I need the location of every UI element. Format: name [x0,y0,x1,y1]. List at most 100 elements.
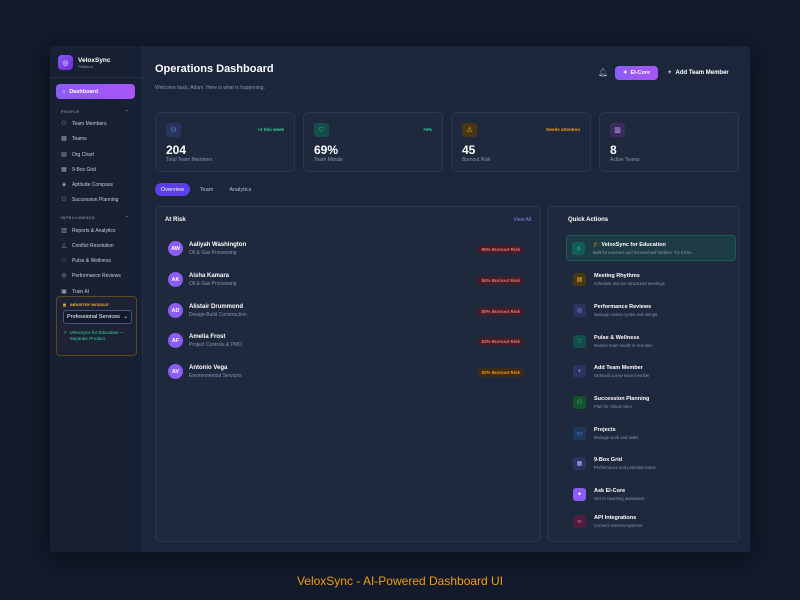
person-department: Design-Build Construction [189,312,247,318]
sidebar-item-succession-planning[interactable]: ⚇ Succession Planning [61,194,118,205]
stat-card-burnout-risk[interactable]: ⚠ Needs attention 45 Burnout Risk [451,112,591,172]
tab-team[interactable]: Team [194,183,219,196]
section-label-intelligence[interactable]: INTELLIGENCE ⌃ [61,215,129,220]
tab-analytics[interactable]: Analytics [223,183,257,196]
tab-bar: Overview Team Analytics [155,183,257,196]
person-department: Oil & Gas Processing [189,250,237,256]
sidebar-item-pulse-wellness[interactable]: ♡ Pulse & Wellness [61,255,111,266]
stat-delta: +5% [422,127,432,132]
person-department: Oil & Gas Processing [189,281,237,287]
succession-icon: ⚇ [61,196,67,203]
sidebar-item-dashboard[interactable]: ⌂ Dashboard [56,84,135,99]
at-risk-panel: At Risk View All AW Aaliyah Washington O… [155,206,541,542]
list-item[interactable]: AW Aaliyah Washington Oil & Gas Processi… [168,237,524,261]
status-badge: 80% Burnout Risk [477,307,524,316]
quick-action-ask-ei-core[interactable]: ✦ Ask EI-Core Get AI coaching assistance [568,482,738,508]
sidebar-item-teams[interactable]: ▦ Teams [61,133,87,144]
stat-card-active-teams[interactable]: ▥ 8 Active Teams [599,112,739,172]
quick-action-title: Performance Reviews [594,304,652,310]
sidebar-item-aptitude-compass[interactable]: ◈ Aptitude Compass [61,179,113,190]
view-all-link[interactable]: View All [514,217,531,223]
person-name: Antonio Vega [189,365,228,371]
target-icon: ◎ [573,304,586,317]
quick-action-title: Succession Planning [594,396,650,402]
link-icon: ∞ [573,515,586,528]
quick-action-title: Pulse & Wellness [594,335,640,341]
brand-sub: Platform [78,63,93,69]
industry-module-label: 🔒 INDUSTRY MODULE [62,302,109,307]
external-link-icon: ↗ [63,330,67,335]
status-badge: 85% Burnout Risk [477,245,524,254]
sidebar-item-9-box-grid[interactable]: ▦ 9-Box Grid [61,164,96,175]
add-team-member-button[interactable]: + Add Team Member [668,66,736,80]
person-name: Amelia Frost [189,334,226,340]
quick-action-performance-reviews[interactable]: ◎ Performance Reviews Manage review cycl… [568,298,738,324]
quick-action-add-team-member[interactable]: + Add Team Member Onboard a new team mem… [568,359,738,385]
avatar: AV [168,364,183,379]
person-department: Environmental Services [189,373,242,379]
tab-overview[interactable]: Overview [155,183,190,196]
users-icon: ⚇ [61,120,67,127]
stat-value: 8 [610,143,617,157]
plus-icon: + [573,365,586,378]
person-name: Aaliyah Washington [189,242,247,248]
education-product-link[interactable]: ↗ VeloxSync for Education — Separate Prod… [63,330,132,341]
sidebar-item-performance-reviews[interactable]: ◎ Performance Reviews [61,270,121,281]
bell-icon[interactable]: 🔔︎ [598,68,608,77]
list-item[interactable]: AD Alistair Drummond Design-Build Constr… [168,299,524,323]
heart-icon: ♡ [573,335,586,348]
quick-action-9-box-grid[interactable]: ▦ 9-Box Grid Performance and potential m… [568,451,738,477]
stat-value: 69% [314,143,339,157]
person-name: Alistair Drummond [189,304,244,310]
stat-card-team-morale[interactable]: ♡ +5% 69% Team Morale [303,112,443,172]
quick-action-education[interactable]: ⌂ 🎓 VeloxSync for Education Built for te… [566,235,736,261]
list-item[interactable]: AV Antonio Vega Environmental Services 8… [168,360,524,384]
quick-action-api-integrations[interactable]: ∞ API Integrations Connect external syst… [568,509,738,535]
stat-card-total-members[interactable]: ⚇ +2 this week 204 Total Team Members [155,112,295,172]
quick-action-desc: Get AI coaching assistance [594,496,645,501]
quick-action-pulse-wellness[interactable]: ♡ Pulse & Wellness Monitor team health i… [568,329,738,355]
logo-icon: ◎ [58,55,73,70]
list-item[interactable]: AF Amelia Frost Project Controls & PMO 8… [168,329,524,353]
industry-select[interactable]: Professional Services ⌄ [63,310,132,324]
quick-action-desc: Built for teachers and homeschool famili… [593,250,693,255]
quick-action-title: 🎓 VeloxSync for Education [593,242,666,248]
sidebar-item-org-chart[interactable]: ▤ Org Chart [61,149,94,160]
target-icon: ◎ [61,272,67,279]
list-item[interactable]: AK Aisha Kamara Oil & Gas Processing 84%… [168,268,524,292]
app-window: ◎ VeloxSync Platform ⌂ Dashboard PEOPLE ⌃… [50,46,750,552]
page-title: Operations Dashboard [155,63,274,75]
quick-action-title: Projects [594,427,616,433]
plus-icon: + [668,70,672,76]
sidebar-item-team-members[interactable]: ⚇ Team Members [61,118,106,129]
sidebar-item-conflict-resolution[interactable]: △ Conflict Resolution [61,240,114,251]
quick-action-desc: Manage review cycles and ratings [594,312,658,317]
chart-icon: ▥ [61,227,67,234]
quick-actions-panel: Quick Actions ⌂ 🎓 VeloxSync for Educatio… [547,206,740,542]
quick-action-desc: Schedule and run structured meetings [594,281,665,286]
quick-action-title: Add Team Member [594,365,643,371]
stat-label: Total Team Members [166,157,213,163]
quick-action-projects[interactable]: ▭ Projects Manage work and tasks [568,421,738,447]
page-subtitle: Welcome back, Adam. Here is what is happ… [155,85,265,91]
grid-icon: ▦ [61,135,67,142]
quick-action-meeting-rhythms[interactable]: ▤ Meeting Rhythms Schedule and run struc… [568,267,738,293]
quick-action-succession-planning[interactable]: ⚇ Succession Planning Plan for critical … [568,390,738,416]
sidebar-item-reports[interactable]: ▥ Reports & Analytics [61,225,115,236]
folder-icon: ▭ [573,427,586,440]
quick-action-title: API Integrations [594,515,637,521]
chevron-up-icon: ⌃ [125,215,129,220]
quick-action-desc: Monitor team health in real time [594,343,653,348]
ei-core-button[interactable]: ✦ EI-Core [615,66,658,80]
section-label-people[interactable]: PEOPLE ⌃ [61,109,129,114]
avatar: AF [168,333,183,348]
avatar: AK [168,272,183,287]
quick-action-desc: Connect external systems [594,523,643,528]
panel-title: At Risk [165,217,186,223]
brand[interactable]: ◎ VeloxSync Platform [58,55,111,70]
stat-label: Team Morale [314,157,343,163]
quick-action-title: Meeting Rhythms [594,273,640,279]
status-badge: 82% Burnout Risk [477,368,524,377]
home-icon: ⌂ [62,88,66,95]
status-badge: 83% Burnout Risk [477,337,524,346]
